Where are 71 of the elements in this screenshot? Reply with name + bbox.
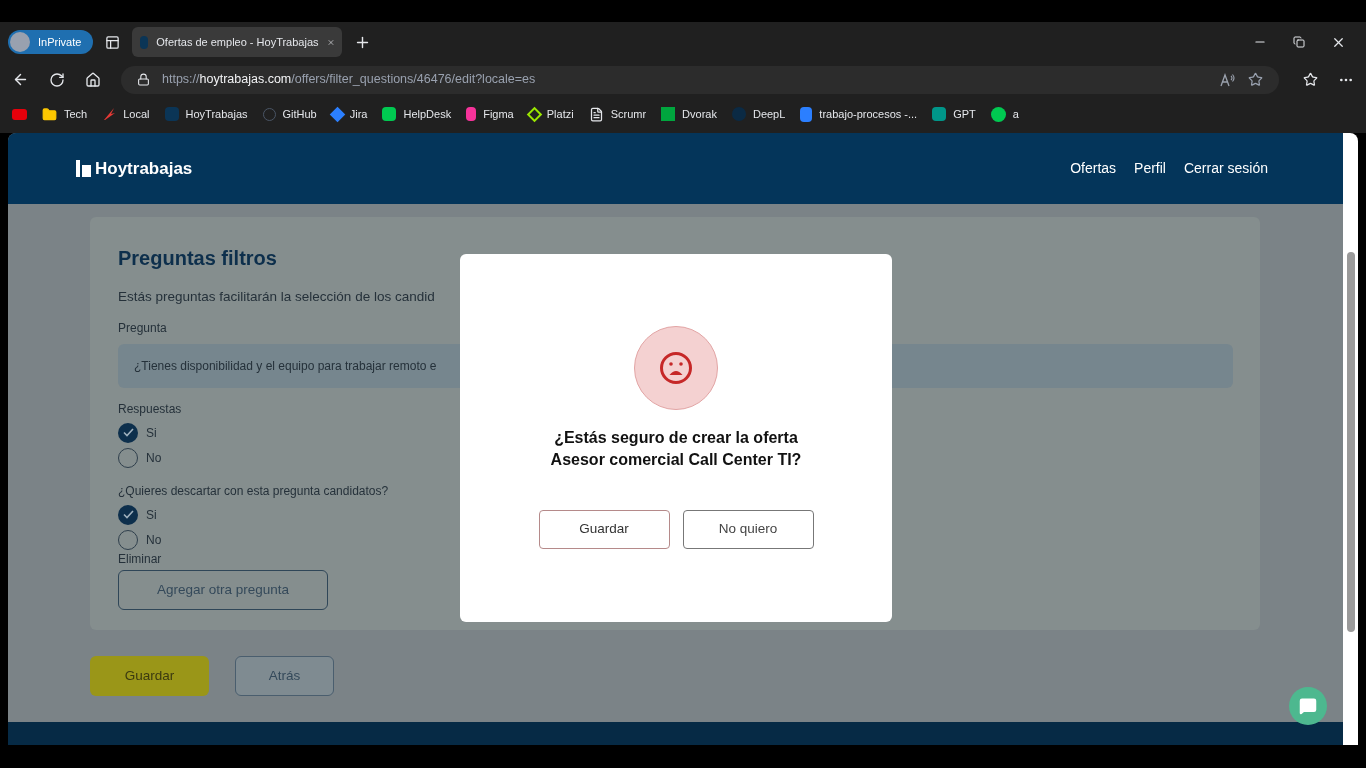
- dialog-message: Asesor comercial Call Center TI?: [550, 450, 802, 470]
- bookmark-icon: [990, 106, 1006, 122]
- question-label: Pregunta: [118, 320, 168, 338]
- lock-icon: [137, 73, 150, 86]
- bookmark[interactable]: GitHub: [262, 105, 317, 123]
- dialog-message: ¿Estás seguro de crear la oferta: [554, 428, 798, 448]
- bookmark[interactable]: HoyTrabajas: [164, 105, 248, 123]
- group-label: ¿Quieres descartar con esta pregunta candidatos?: [118, 483, 390, 501]
- check-icon: [122, 510, 134, 520]
- radio-label: Si: [146, 424, 157, 442]
- folder-icon: [42, 106, 57, 122]
- back-icon[interactable]: [12, 71, 29, 88]
- chat-icon: [1299, 697, 1317, 715]
- bookmark-icon: [932, 107, 947, 121]
- bookmark[interactable]: Platzi: [528, 105, 574, 123]
- bookmark[interactable]: Figma: [466, 105, 514, 123]
- cancel-button[interactable]: No quiero: [682, 510, 814, 549]
- group-label: Respuestas: [118, 401, 183, 419]
- favicon-icon: [140, 35, 149, 49]
- document-icon: [588, 106, 604, 122]
- tab-title: Ofertas de empleo - HoyTrabajas: [156, 34, 319, 50]
- scrollbar[interactable]: [1343, 133, 1358, 745]
- avatar-icon: [10, 32, 30, 52]
- bookmark[interactable]: Tech: [42, 105, 88, 123]
- delete-link[interactable]: Eliminar: [118, 550, 162, 569]
- bookmark[interactable]: Scrumr: [588, 105, 647, 123]
- check-icon: [122, 428, 134, 438]
- profile-button[interactable]: InPrivate: [8, 30, 94, 54]
- bookmark[interactable]: Jira: [331, 105, 368, 123]
- bookmark-icon: [528, 108, 540, 120]
- radio-label: No: [146, 531, 162, 549]
- nav-link[interactable]: Ofertas: [1070, 158, 1117, 179]
- bookmark[interactable]: Local: [102, 105, 150, 123]
- favorite-icon[interactable]: [1248, 72, 1263, 87]
- bookmark-icon: [466, 107, 477, 121]
- youtube-icon[interactable]: [12, 108, 27, 120]
- chat-button[interactable]: [1289, 687, 1327, 725]
- url-text: https://hoytrabajas.com/offers/filter_questions/46476/edit?locale=es: [162, 71, 536, 89]
- read-aloud-icon[interactable]: [1220, 72, 1236, 87]
- logo-icon: [76, 160, 91, 177]
- radio-label: Si: [146, 506, 157, 524]
- document-icon: [800, 106, 813, 122]
- save-button[interactable]: Guardar: [90, 656, 209, 696]
- bookmark-icon: [661, 107, 676, 121]
- address-bar[interactable]: https://hoytrabajas.com/offers/filter_questions/46476/edit?locale=es: [121, 65, 1279, 94]
- bookmark-icon: [731, 107, 746, 121]
- browser-tab[interactable]: Ofertas de empleo - HoyTrabajas: [132, 27, 343, 57]
- radio-button[interactable]: [118, 504, 138, 525]
- bookmark[interactable]: GPT: [932, 105, 976, 123]
- bookmark-icon: [331, 108, 343, 120]
- site-logo[interactable]: Hoytrabajas: [76, 155, 193, 182]
- restore-icon[interactable]: [1293, 36, 1305, 48]
- nav-link[interactable]: Perfil: [1134, 158, 1166, 179]
- radio-button[interactable]: [118, 422, 138, 443]
- tab-actions-icon[interactable]: [105, 34, 121, 50]
- bookmark[interactable]: HelpDesk: [382, 105, 452, 123]
- home-icon[interactable]: [85, 71, 101, 88]
- radio-label: No: [146, 449, 162, 467]
- bookmark-icon: [164, 107, 179, 121]
- bookmark[interactable]: trabajo-procesos -...: [800, 105, 918, 123]
- bookmark-icon: [382, 107, 397, 121]
- bookmark[interactable]: a: [990, 105, 1019, 123]
- bookmark[interactable]: Dvorak: [661, 105, 717, 123]
- nav-link[interactable]: Cerrar sesión: [1183, 158, 1268, 179]
- form-description: Estás preguntas facilitarán la selección de los candid: [118, 288, 436, 306]
- confirm-button[interactable]: Guardar: [538, 510, 670, 549]
- bookmark[interactable]: DeepL: [731, 105, 786, 123]
- reload-icon[interactable]: [49, 71, 65, 88]
- bookmark-icon: [102, 107, 117, 121]
- form-title: Preguntas filtros: [118, 246, 278, 271]
- favorites-icon[interactable]: [1303, 72, 1318, 87]
